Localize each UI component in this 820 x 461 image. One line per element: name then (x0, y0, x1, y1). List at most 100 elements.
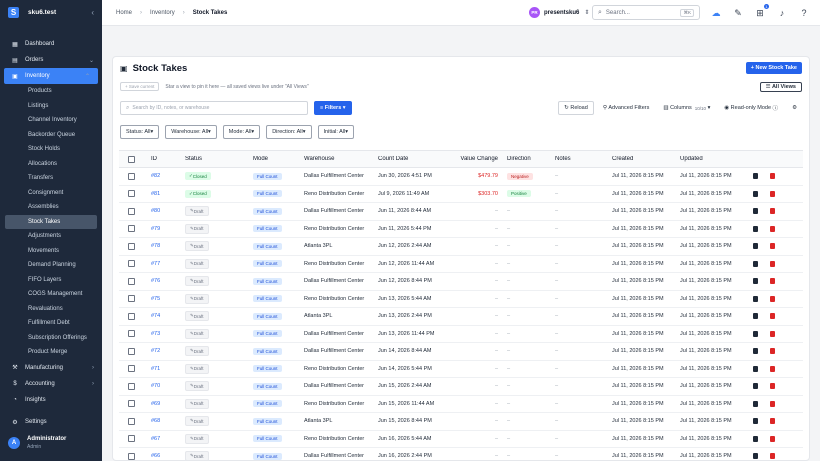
store-selector[interactable]: PR presentsku6 ⇕ (529, 7, 589, 18)
row-checkbox[interactable] (128, 452, 135, 460)
row-checkbox[interactable] (128, 260, 135, 268)
filter-chip-initial[interactable]: Initial: All ▾ (317, 125, 355, 139)
save-current-view-button[interactable]: + Save current (120, 82, 160, 91)
table-row[interactable]: #75 ✎ Draft Full Count Reno Distribution Ce… (119, 291, 803, 308)
bell-icon[interactable]: ♪ (776, 7, 788, 19)
filter-chip-direction[interactable]: Direction: All ▾ (266, 125, 312, 139)
table-row[interactable]: #77 ✎ Draft Full Count Reno Distribution Ce… (119, 256, 803, 273)
stock-take-id-link[interactable]: #71 (151, 366, 160, 372)
sidebar-subitem-transfers[interactable]: Transfers (0, 171, 102, 186)
reload-button[interactable]: ↻ Reload (558, 101, 594, 115)
sidebar-subitem-allocations[interactable]: Allocations (0, 157, 102, 172)
column-header-status[interactable]: Status (185, 156, 253, 162)
stock-take-id-link[interactable]: #68 (151, 418, 160, 424)
sidebar-subitem-revaluations[interactable]: Revaluations (0, 302, 102, 317)
edit-icon[interactable] (753, 330, 758, 337)
global-search-input[interactable]: ⌕ Search... ⌘K (592, 5, 700, 20)
stock-take-id-link[interactable]: #76 (151, 278, 160, 284)
row-checkbox[interactable] (128, 190, 135, 198)
row-checkbox[interactable] (128, 365, 135, 373)
edit-icon[interactable] (753, 295, 758, 302)
column-header-id[interactable]: ID (151, 156, 185, 162)
sidebar-subitem-adjustments[interactable]: Adjustments (0, 229, 102, 244)
row-checkbox[interactable] (128, 172, 135, 180)
row-checkbox[interactable] (128, 225, 135, 233)
stock-take-id-link[interactable]: #74 (151, 313, 160, 319)
sidebar-subitem-product-merge[interactable]: Product Merge (0, 345, 102, 360)
trash-icon[interactable] (770, 365, 775, 372)
edit-icon[interactable] (753, 225, 758, 232)
row-checkbox[interactable] (128, 400, 135, 408)
edit-icon[interactable] (753, 348, 758, 355)
trash-icon[interactable] (770, 295, 775, 302)
column-header-count-date[interactable]: Count Date (378, 156, 445, 162)
breadcrumb-inventory[interactable]: Inventory (150, 10, 175, 16)
gift-icon[interactable]: ⊞ 1 (754, 4, 769, 19)
table-row[interactable]: #66 ✎ Draft Full Count Dallas Fulfillment C… (119, 448, 803, 460)
trash-icon[interactable] (770, 418, 775, 425)
row-checkbox[interactable] (128, 312, 135, 320)
row-checkbox[interactable] (128, 417, 135, 425)
table-row[interactable]: #80 ✎ Draft Full Count Dallas Fulfillment C… (119, 203, 803, 221)
sidebar-subitem-listings[interactable]: Listings (0, 99, 102, 114)
filter-chip-mode[interactable]: Mode: All ▾ (222, 125, 261, 139)
trash-icon[interactable] (770, 453, 775, 460)
table-row[interactable]: #79 ✎ Draft Full Count Reno Distribution Ce… (119, 221, 803, 238)
trash-icon[interactable] (770, 260, 775, 267)
column-header-notes[interactable]: Notes (555, 156, 612, 162)
table-row[interactable]: #70 ✎ Draft Full Count Dallas Fulfillment C… (119, 378, 803, 396)
sidebar-subitem-movements[interactable]: Movements (0, 244, 102, 259)
row-checkbox[interactable] (128, 330, 135, 338)
sidebar-subitem-consignment[interactable]: Consignment (0, 186, 102, 201)
stock-take-id-link[interactable]: #70 (151, 383, 160, 389)
trash-icon[interactable] (770, 243, 775, 250)
edit-icon[interactable] (753, 453, 758, 460)
stock-take-id-link[interactable]: #73 (151, 331, 160, 337)
row-checkbox[interactable] (128, 295, 135, 303)
stock-take-id-link[interactable]: #67 (151, 436, 160, 442)
edit-icon[interactable] (753, 260, 758, 267)
sidebar-subitem-cogs-management[interactable]: COGS Management (0, 287, 102, 302)
edit-icon[interactable] (753, 383, 758, 390)
edit-icon[interactable] (753, 365, 758, 372)
sidebar-subitem-stock-holds[interactable]: Stock Holds (0, 142, 102, 157)
edit-icon[interactable] (753, 278, 758, 285)
table-search-input[interactable]: ⌕ Search by ID, notes, or warehouse (120, 101, 308, 115)
stock-take-id-link[interactable]: #66 (151, 453, 160, 459)
advanced-filters-button[interactable]: ⚲ Advanced Filters (598, 101, 655, 115)
column-header-created[interactable]: Created (612, 156, 680, 162)
column-header-warehouse[interactable]: Warehouse (304, 156, 378, 162)
sidebar-subitem-fulfillment-debt[interactable]: Fulfillment Debt (0, 316, 102, 331)
sidebar-subitem-backorder-queue[interactable]: Backorder Queue (0, 128, 102, 143)
edit-icon[interactable] (753, 418, 758, 425)
column-header-updated[interactable]: Updated (680, 156, 753, 162)
sidebar-subitem-fifo-layers[interactable]: FIFO Layers (0, 273, 102, 288)
edit-icon[interactable] (753, 400, 758, 407)
store-switcher[interactable]: S sku6.test ‹ (0, 0, 102, 24)
table-row[interactable]: #81 ✓ Closed Full Count Reno Distribution C… (119, 186, 803, 203)
table-row[interactable]: #73 ✎ Draft Full Count Dallas Fulfillment C… (119, 326, 803, 343)
trash-icon[interactable] (770, 348, 775, 355)
stock-take-id-link[interactable]: #80 (151, 208, 160, 214)
sidebar-subitem-assemblies[interactable]: Assemblies (0, 200, 102, 215)
sidebar-subitem-subscription-offerings[interactable]: Subscription Offerings (0, 331, 102, 346)
trash-icon[interactable] (770, 435, 775, 442)
breadcrumb-home[interactable]: Home (116, 10, 132, 16)
row-checkbox[interactable] (128, 207, 135, 215)
row-checkbox[interactable] (128, 277, 135, 285)
select-all-checkbox[interactable] (128, 155, 135, 163)
sidebar-item-manufacturing[interactable]: ⚒ Manufacturing › (0, 360, 102, 376)
sidebar-item-insights[interactable]: ◔ Insights (0, 392, 102, 408)
column-header-direction[interactable]: Direction (498, 156, 555, 162)
column-header-value-change[interactable]: Value Change (445, 156, 498, 162)
sidebar-subitem-demand-planning[interactable]: Demand Planning (0, 258, 102, 273)
sidebar-subitem-stock-takes[interactable]: Stock Takes (5, 214, 97, 229)
tools-icon[interactable]: ✎ (732, 7, 744, 19)
sidebar-subitem-products[interactable]: Products (0, 84, 102, 99)
edit-icon[interactable] (753, 313, 758, 320)
stock-take-id-link[interactable]: #82 (151, 173, 160, 179)
stock-take-id-link[interactable]: #79 (151, 226, 160, 232)
trash-icon[interactable] (770, 400, 775, 407)
sidebar-item-orders[interactable]: ▤ Orders ⌄ (0, 52, 102, 68)
stock-take-id-link[interactable]: #77 (151, 261, 160, 267)
